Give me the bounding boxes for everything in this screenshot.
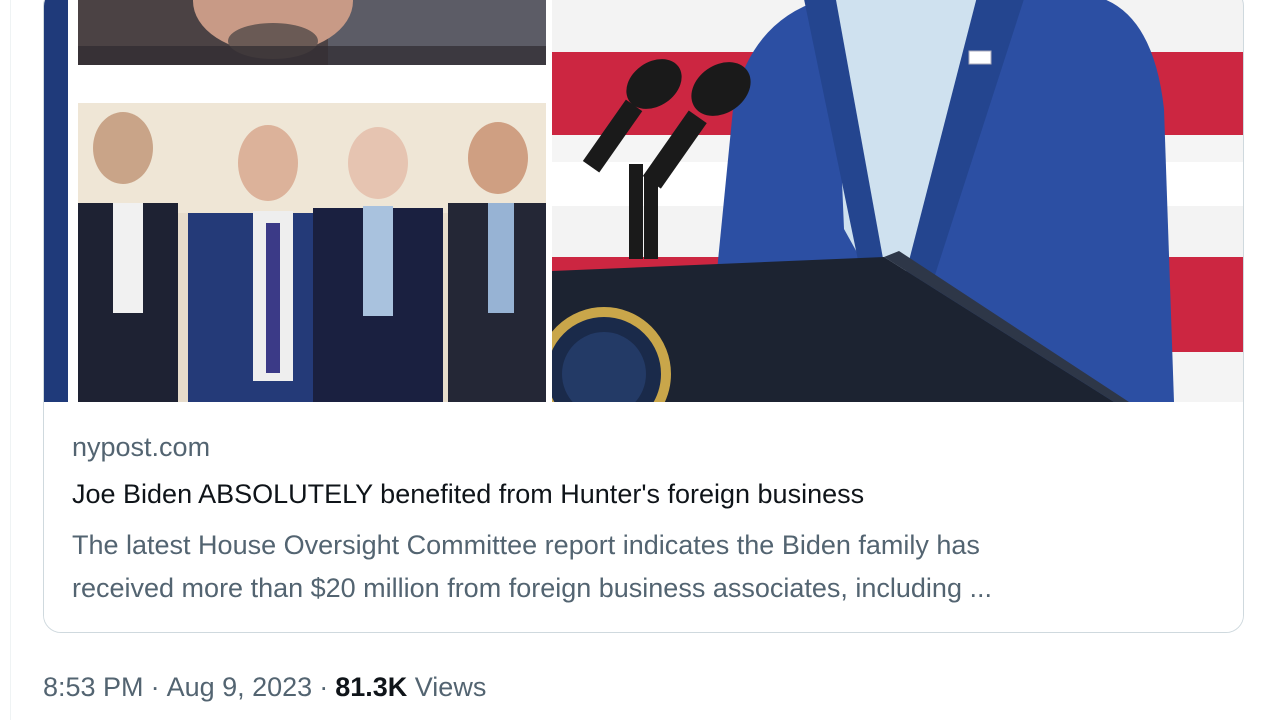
collage-photo-group [76, 101, 548, 402]
photo-collage [68, 0, 552, 402]
link-description-line: The latest House Oversight Committee rep… [72, 530, 980, 560]
meta-separator: · [150, 672, 160, 702]
link-preview-card[interactable]: nypost.com Joe Biden ABSOLUTELY benefite… [43, 0, 1244, 633]
link-domain: nypost.com [72, 432, 211, 462]
tweet-date[interactable]: Aug 9, 2023 [167, 672, 313, 702]
link-card-text[interactable]: nypost.com Joe Biden ABSOLUTELY benefite… [44, 402, 1243, 632]
tweet-time[interactable]: 8:53 PM [43, 672, 144, 702]
link-card-image[interactable] [44, 0, 1243, 402]
collage-photo-portrait [76, 0, 548, 67]
meta-separator: · [319, 672, 329, 702]
link-description: The latest House Oversight Committee rep… [72, 524, 1212, 610]
views-label: Views [414, 672, 487, 702]
timeline-divider [10, 0, 11, 720]
tweet-meta: 8:53 PM · Aug 9, 2023 · 81.3K Views [43, 672, 486, 703]
link-headline: Joe Biden ABSOLUTELY benefited from Hunt… [72, 479, 865, 509]
views-count[interactable]: 81.3K [335, 672, 407, 702]
tweet-page: nypost.com Joe Biden ABSOLUTELY benefite… [0, 0, 1280, 720]
link-description-line: received more than $20 million from fore… [72, 573, 992, 603]
